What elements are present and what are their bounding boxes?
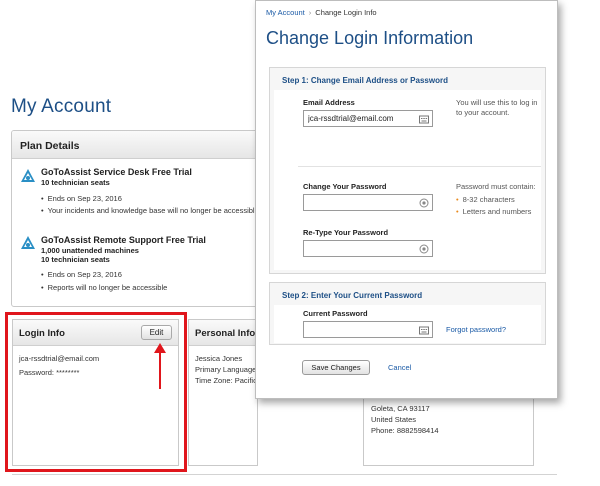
email-hint: to your account. (456, 108, 510, 117)
email-hint: You will use this to log in (456, 98, 538, 107)
divider (298, 166, 541, 167)
password-toggle-icon[interactable] (419, 244, 429, 254)
personal-info-header: Personal Info (189, 320, 257, 346)
forgot-password-link[interactable]: Forgot password? (446, 325, 506, 334)
password-rule: 8-32 characters (456, 195, 515, 204)
plan-name: GoToAssist Remote Support Free Trial (41, 235, 206, 245)
step1-title: Step 1: Change Email Address or Password (282, 76, 448, 85)
up-arrow-shaft (159, 351, 161, 389)
retype-password-label: Re-Type Your Password (303, 228, 389, 237)
email-label: Email Address (303, 98, 355, 107)
personal-info-panel: Personal Info Jessica Jones Primary Lang… (188, 319, 258, 466)
step2-body: Current Password Forgot password? (274, 305, 541, 343)
breadcrumb-current: Change Login Info (315, 8, 377, 17)
field-keyboard-icon[interactable] (419, 114, 429, 124)
field-keyboard-icon[interactable] (419, 325, 429, 335)
email-field[interactable] (303, 110, 433, 127)
address-panel: Goleta, CA 93117 United States Phone: 88… (363, 398, 534, 466)
dialog-title: Change Login Information (266, 28, 474, 48)
plan-name: GoToAssist Service Desk Free Trial (41, 167, 192, 177)
gotoassist-logo-icon (21, 236, 35, 249)
change-login-dialog: My Account › Change Login Info Change Logi… (255, 0, 558, 399)
cancel-link[interactable]: Cancel (388, 363, 411, 372)
plan-details-panel: Plan Details GoToAssist Service Desk Fre… (11, 130, 261, 307)
plan-bullet: Your incidents and knowledge base will n… (41, 206, 259, 215)
password-rules-title: Password must contain: (456, 182, 536, 191)
breadcrumb-my-account-link[interactable]: My Account (266, 8, 305, 17)
step2-title: Step 2: Enter Your Current Password (282, 291, 423, 300)
personal-info-line: Primary Language: (195, 365, 258, 374)
current-password-label: Current Password (303, 309, 368, 318)
personal-info-line: Time Zone: Pacific (195, 376, 257, 385)
plan-seats: 1,000 unattended machines (41, 246, 139, 255)
save-changes-button[interactable]: Save Changes (302, 360, 370, 375)
password-rule: Letters and numbers (456, 207, 532, 216)
retype-password-field[interactable] (303, 240, 433, 257)
breadcrumb-separator: › (308, 8, 312, 17)
login-info-highlight (5, 312, 187, 472)
address-line: United States (371, 415, 417, 424)
password-toggle-icon[interactable] (419, 198, 429, 208)
current-password-field[interactable] (303, 321, 433, 338)
step1-body: Email Address You will use this to log i… (274, 90, 541, 270)
gotoassist-logo-icon (21, 169, 35, 182)
address-line: Goleta, CA 93117 (371, 404, 430, 413)
plan-bullet: Reports will no longer be accessible (41, 283, 168, 292)
personal-info-line: Jessica Jones (195, 354, 243, 363)
divider (12, 474, 557, 475)
change-password-field[interactable] (303, 194, 433, 211)
plan-seats: 10 technician seats (41, 178, 110, 187)
step1-section: Step 1: Change Email Address or Password… (269, 67, 546, 274)
address-line: Phone: 8882598414 (371, 426, 439, 435)
plan-bullet: Ends on Sep 23, 2016 (41, 194, 122, 203)
plan-details-header: Plan Details (12, 131, 260, 159)
change-password-label: Change Your Password (303, 182, 387, 191)
plan-bullet: Ends on Sep 23, 2016 (41, 270, 122, 279)
breadcrumb: My Account › Change Login Info (266, 8, 377, 17)
plan-seats: 10 technician seats (41, 255, 110, 264)
page-title: My Account (11, 96, 112, 117)
step2-section: Step 2: Enter Your Current Password Curr… (269, 282, 546, 345)
